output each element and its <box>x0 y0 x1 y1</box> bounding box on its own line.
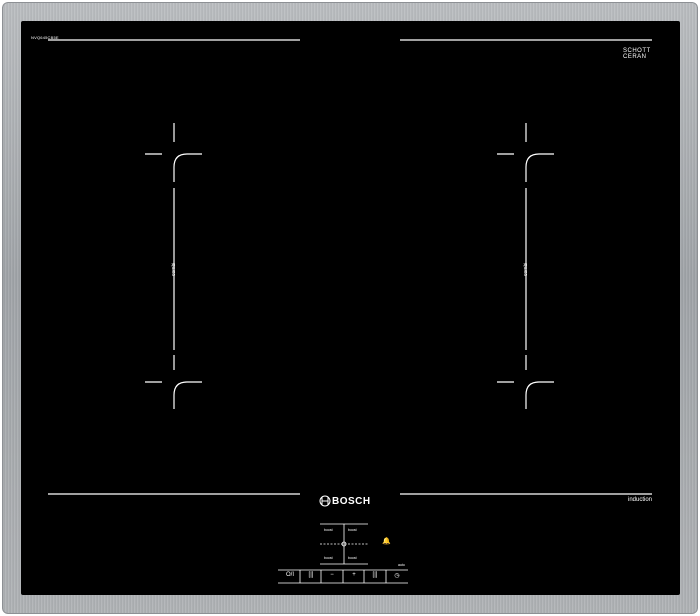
glass-brand-logo: SCHOTT CERAN <box>623 48 651 60</box>
model-number: NVQ645CB5E <box>31 35 59 40</box>
timer-icon[interactable]: ◷ <box>388 572 406 579</box>
select-icon[interactable]: [|] <box>302 572 320 578</box>
bell-icon[interactable]: 🔔 <box>382 537 391 545</box>
glass-brand-line2: CERAN <box>623 54 647 60</box>
power-icon[interactable]: O/I <box>281 572 299 578</box>
select2-icon[interactable]: [|] <box>366 572 384 578</box>
plus-icon[interactable]: + <box>345 572 363 578</box>
auto-label: auto <box>398 563 405 567</box>
boost-button-bottom-right[interactable]: boost <box>348 556 357 560</box>
induction-label: induction <box>628 497 653 503</box>
boost-button-top-left[interactable]: boost <box>324 528 333 532</box>
left-zone-label: combi <box>171 262 177 276</box>
boost-button-bottom-left[interactable]: boost <box>324 556 333 560</box>
hob-markings <box>48 39 652 584</box>
right-zone-label: combi <box>523 262 529 276</box>
minus-icon[interactable]: − <box>323 572 341 578</box>
brand-name: BOSCH <box>332 496 371 507</box>
bosch-logo-icon <box>319 495 331 507</box>
boost-button-top-right[interactable]: boost <box>348 528 357 532</box>
